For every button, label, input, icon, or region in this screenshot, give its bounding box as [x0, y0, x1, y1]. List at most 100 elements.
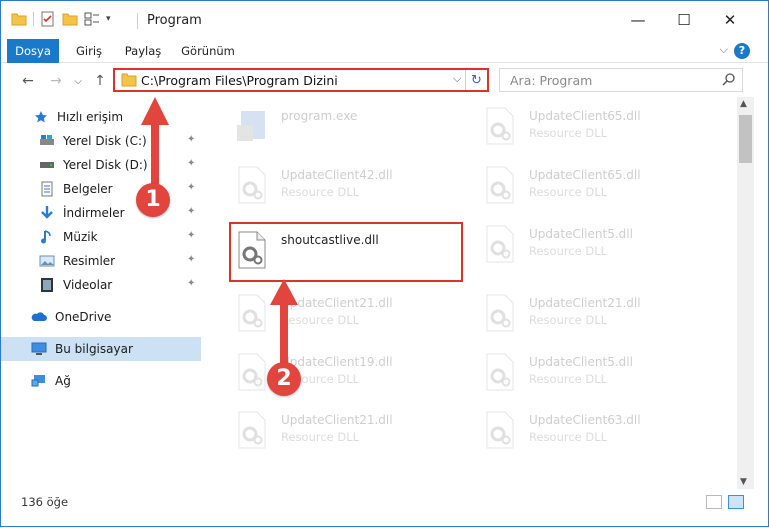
documents-icon — [39, 181, 55, 197]
file-item[interactable]: UpdateClient65.dll Resource DLL — [477, 158, 717, 214]
refresh-button[interactable]: ↻ — [465, 70, 487, 90]
pin-icon[interactable]: ✦ — [187, 206, 195, 217]
close-button[interactable]: ✕ — [707, 1, 753, 39]
exe-icon — [235, 107, 273, 147]
view-buttons — [706, 495, 744, 509]
file-item-program-exe[interactable]: program.exe — [229, 99, 469, 155]
tab-home[interactable]: Giriş — [67, 39, 111, 63]
back-button[interactable]: ← — [17, 71, 39, 91]
details-view-icon[interactable] — [706, 495, 722, 509]
forward-button[interactable]: → — [45, 71, 67, 91]
star-icon — [33, 109, 49, 125]
music-icon — [39, 229, 55, 245]
file-type: Resource DLL — [529, 313, 608, 327]
scroll-up-icon[interactable]: ▲ — [740, 99, 747, 109]
nav-label: Bu bilgisayar — [55, 342, 133, 356]
file-item[interactable]: UpdateClient21.dll Resource DLL — [229, 403, 469, 459]
nav-item-this-pc[interactable]: Bu bilgisayar — [1, 337, 201, 361]
highlight-box — [229, 222, 463, 282]
title-bar: ▾ Program — ☐ ✕ — [1, 1, 768, 39]
navigation-pane: Hızlı erişim Yerel Disk (C:) ✦ Yerel Dis… — [1, 99, 203, 489]
dll-file-icon — [483, 225, 521, 265]
pin-icon[interactable]: ✦ — [187, 254, 195, 265]
nav-item-pictures[interactable]: Resimler ✦ — [1, 249, 201, 273]
downloads-icon — [39, 205, 55, 221]
file-name: UpdateClient42.dll — [281, 168, 393, 182]
file-item[interactable]: UpdateClient5.dll Resource DLL — [477, 217, 717, 273]
nav-item-quick-access[interactable]: Hızlı erişim — [1, 105, 201, 129]
dll-file-icon — [235, 411, 273, 451]
tab-share[interactable]: Paylaş — [117, 39, 169, 63]
address-dropdown-icon[interactable]: ⌵ — [453, 72, 461, 86]
file-item[interactable]: UpdateClient21.dll Resource DLL — [229, 286, 469, 342]
help-icon[interactable]: ? — [734, 43, 750, 59]
ribbon-expand-icon[interactable]: ⌵ — [720, 43, 728, 57]
tiles-view-icon[interactable] — [728, 495, 744, 509]
file-list: program.exe UpdateClient42.dll Resource … — [203, 97, 737, 489]
scroll-down-icon[interactable]: ▼ — [740, 477, 747, 487]
pin-icon[interactable]: ✦ — [187, 134, 195, 145]
file-name: UpdateClient21.dll — [281, 296, 393, 310]
file-item[interactable]: UpdateClient21.dll Resource DLL — [477, 286, 717, 342]
search-box[interactable]: Ara: Program — [499, 68, 743, 92]
pin-icon[interactable]: ✦ — [187, 158, 195, 169]
nav-label: Resimler — [63, 254, 116, 268]
dll-file-icon — [483, 166, 521, 206]
file-name: UpdateClient65.dll — [529, 109, 641, 123]
pin-icon[interactable]: ✦ — [187, 230, 195, 241]
file-name: program.exe — [281, 109, 358, 123]
nav-item-documents[interactable]: Belgeler ✦ — [1, 177, 201, 201]
chevron-down-icon[interactable]: ▾ — [106, 14, 111, 24]
nav-label: İndirmeler — [63, 206, 125, 220]
pictures-icon — [39, 253, 55, 269]
minimize-button[interactable]: — — [615, 1, 661, 39]
recent-locations-button[interactable]: ⌵ — [67, 71, 89, 91]
vertical-scrollbar[interactable]: ▲ ▼ — [737, 97, 754, 489]
explorer-window: ▾ Program — ☐ ✕ Dosya Giriş Paylaş Görün… — [0, 0, 769, 527]
dll-file-icon — [483, 411, 521, 451]
nav-label: OneDrive — [55, 310, 112, 324]
file-item[interactable]: UpdateClient42.dll Resource DLL — [229, 158, 469, 214]
file-item[interactable]: UpdateClient19.dll Resource DLL — [229, 345, 469, 401]
network-icon — [31, 373, 47, 389]
view-options-icon[interactable] — [84, 11, 100, 27]
file-type: Resource DLL — [281, 313, 360, 327]
nav-item-network[interactable]: Ağ — [1, 369, 201, 393]
nav-label: Yerel Disk (D:) — [63, 158, 148, 172]
file-type: Resource DLL — [529, 372, 608, 386]
file-type: Resource DLL — [281, 185, 360, 199]
up-button[interactable]: ↑ — [89, 71, 111, 91]
nav-item-music[interactable]: Müzik ✦ — [1, 225, 201, 249]
quick-access-toolbar: ▾ — [11, 11, 111, 27]
properties-icon[interactable] — [40, 11, 56, 27]
nav-item-disk-d[interactable]: Yerel Disk (D:) ✦ — [1, 153, 201, 177]
address-bar[interactable]: C:\Program Files\Program Dizini ⌵ ↻ — [113, 68, 489, 92]
ribbon-tabs: Dosya Giriş Paylaş Görünüm ⌵ ? — [1, 39, 768, 63]
maximize-button[interactable]: ☐ — [661, 1, 707, 39]
address-path[interactable]: C:\Program Files\Program Dizini — [141, 73, 338, 88]
nav-item-disk-c[interactable]: Yerel Disk (C:) ✦ — [1, 129, 201, 153]
pin-icon[interactable]: ✦ — [187, 182, 195, 193]
file-item[interactable]: UpdateClient65.dll Resource DLL — [477, 99, 717, 155]
videos-icon — [39, 277, 55, 293]
nav-item-videos[interactable]: Videolar ✦ — [1, 273, 201, 297]
file-item[interactable]: UpdateClient63.dll Resource DLL — [477, 403, 717, 459]
tab-view[interactable]: Görünüm — [177, 39, 239, 63]
dll-file-icon — [483, 294, 521, 334]
search-input[interactable]: Ara: Program — [510, 73, 592, 88]
folder-icon[interactable] — [11, 11, 27, 27]
nav-label: Videolar — [63, 278, 113, 292]
step-badge-2: 2 — [267, 362, 301, 396]
nav-label: Belgeler — [63, 182, 113, 196]
disk-icon — [39, 157, 55, 173]
file-name: UpdateClient5.dll — [529, 227, 633, 241]
tab-file[interactable]: Dosya — [7, 39, 59, 63]
new-folder-icon[interactable] — [62, 11, 78, 27]
nav-label: Hızlı erişim — [57, 110, 124, 124]
scrollbar-thumb[interactable] — [739, 115, 752, 163]
file-item[interactable]: UpdateClient5.dll Resource DLL — [477, 345, 717, 401]
pin-icon[interactable]: ✦ — [187, 278, 195, 289]
nav-item-downloads[interactable]: İndirmeler ✦ — [1, 201, 201, 225]
file-type: Resource DLL — [529, 430, 608, 444]
nav-item-onedrive[interactable]: OneDrive — [1, 305, 201, 329]
